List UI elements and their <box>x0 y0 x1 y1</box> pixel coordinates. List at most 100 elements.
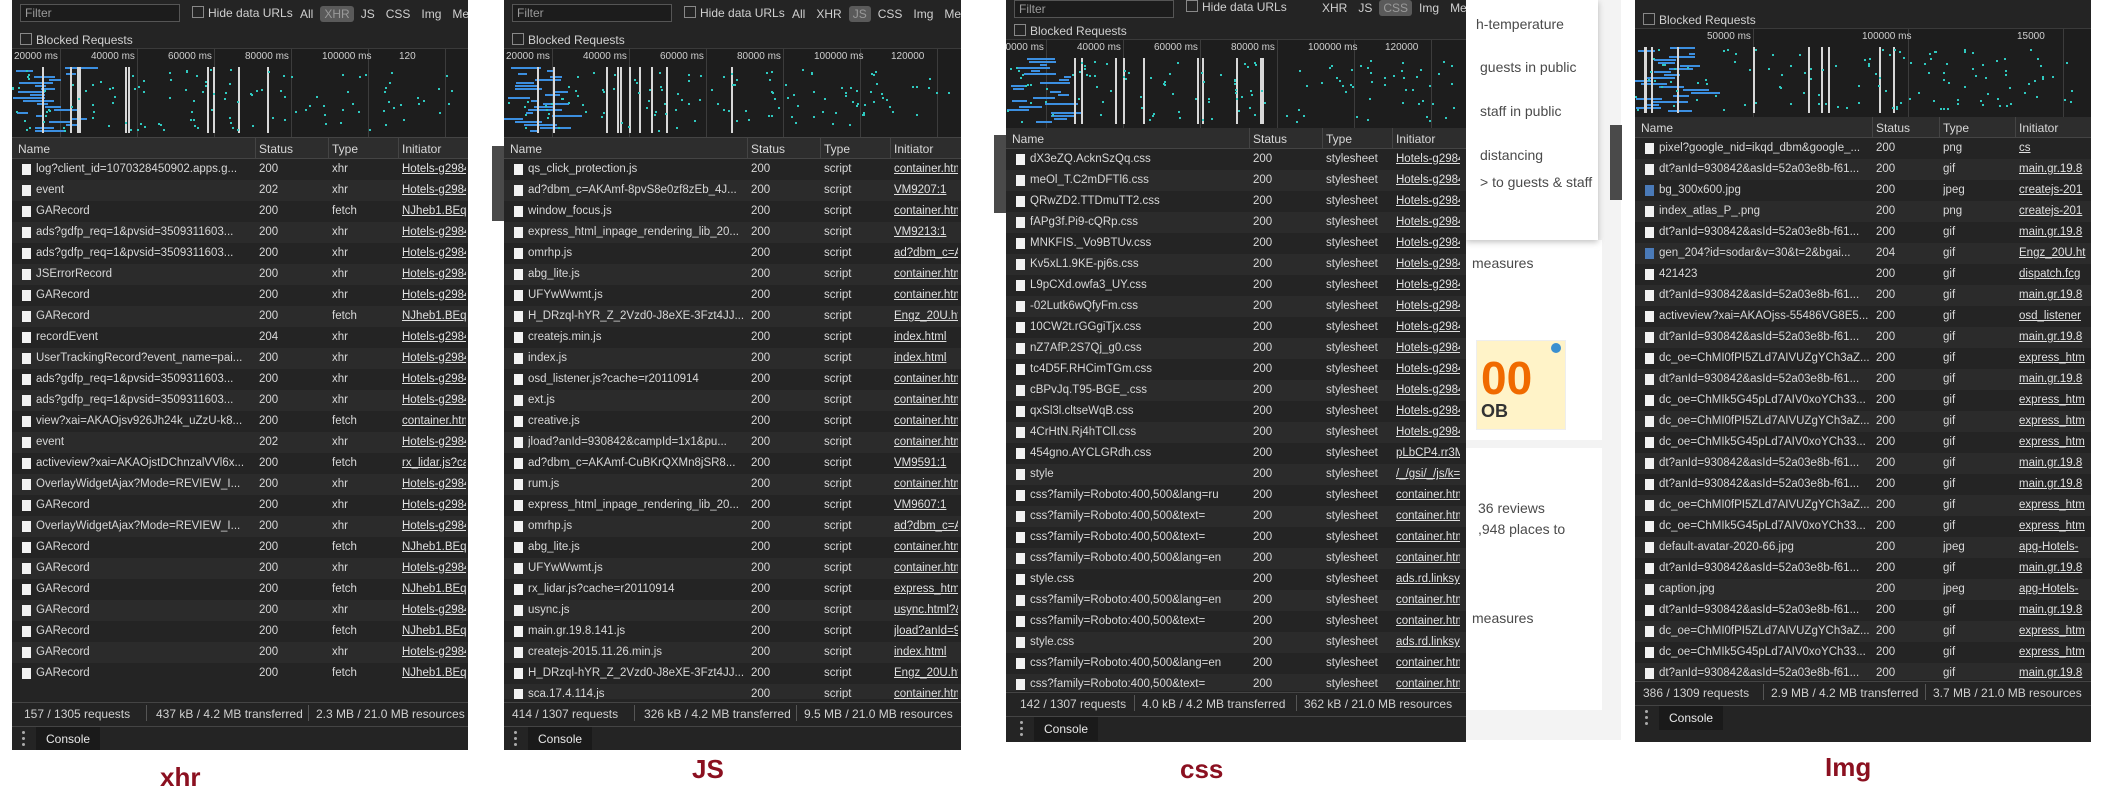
request-row[interactable]: view?xai=AKAOjsv926Jh24k_uZzU-k8... 200 fe… <box>12 411 468 432</box>
request-row[interactable]: css?family=Roboto:400,500&text= 200 styles… <box>1006 506 1466 527</box>
request-row[interactable]: 10CW2t.rGGgiTjx.css 200 stylesheet Hotels-g… <box>1006 317 1466 338</box>
request-row[interactable]: dc_oe=ChMIk5G45pLd7AIV0xoYCh33... 200 gif e… <box>1635 516 2091 537</box>
blocked-requests-checkbox[interactable]: Blocked Requests <box>1635 8 2091 29</box>
request-initiator[interactable]: Hotels-g2984 <box>402 600 466 621</box>
request-initiator[interactable]: Hotels-g2984 <box>402 327 466 348</box>
request-row[interactable]: OverlayWidgetAjax?Mode=REVIEW_I... 200 xhr… <box>12 474 468 495</box>
request-row[interactable]: dc_oe=ChMIk5G45pLd7AIV0xoYCh33... 200 gif e… <box>1635 432 2091 453</box>
request-initiator[interactable]: Hotels-g2984 <box>402 264 466 285</box>
col-name-header[interactable]: Name <box>1641 121 1673 135</box>
request-initiator[interactable]: Hotels-g2984 <box>1396 380 1460 401</box>
request-row[interactable]: css?family=Roboto:400,500&text= 200 styles… <box>1006 674 1466 691</box>
scrollbar-thumb[interactable] <box>994 135 1006 213</box>
request-row[interactable]: dt?anId=930842&asId=52a03e8b-f61... 200 gi… <box>1635 327 2091 348</box>
request-row[interactable]: 454gno.AYCLGRdh.css 200 stylesheet pLbCP4.r… <box>1006 443 1466 464</box>
request-row[interactable]: createjs.min.js 200 script index.html <box>504 327 961 348</box>
request-initiator[interactable]: container.htm <box>1396 674 1460 691</box>
col-status-header[interactable]: Status <box>1876 121 1910 135</box>
request-initiator[interactable]: container.htm <box>894 537 958 558</box>
request-initiator[interactable]: container.htm <box>1396 527 1460 548</box>
type-js[interactable]: JS <box>1354 0 1376 16</box>
request-row[interactable]: ad?dbm_c=AKAmf-8pvS8e0zf8zEb_4J... 200 scr… <box>504 180 961 201</box>
request-row[interactable]: L9pCXd.owfa3_UY.css 200 stylesheet Hotels-g… <box>1006 275 1466 296</box>
request-row[interactable]: dc_oe=ChMIk5G45pLd7AIV0xoYCh33... 200 gif e… <box>1635 642 2091 663</box>
advertisement-banner[interactable]: 00 OB <box>1476 340 1566 430</box>
request-initiator[interactable]: main.gr.19.8 <box>2019 663 2089 680</box>
request-initiator[interactable]: Engz_20U.ht <box>2019 243 2089 264</box>
request-row[interactable]: GARecord 200 xhr Hotels-g2984 <box>12 600 468 621</box>
request-initiator[interactable]: express_htm <box>2019 432 2089 453</box>
request-initiator[interactable]: express_htm <box>2019 516 2089 537</box>
type-media[interactable]: Medi <box>940 6 961 22</box>
request-initiator[interactable]: Hotels-g2984 <box>1396 149 1460 170</box>
scrollbar-thumb[interactable] <box>1610 125 1622 200</box>
request-initiator[interactable]: Hotels-g2984 <box>1396 422 1460 443</box>
network-overview-timeline[interactable]: 20000 ms 40000 ms 60000 ms 80000 ms 100000 m… <box>12 49 468 138</box>
request-row[interactable]: style 200 stylesheet /_/gsi/_/js/k= <box>1006 464 1466 485</box>
request-row[interactable]: -02Lutk6wQfyFm.css 200 stylesheet Hotels-g2… <box>1006 296 1466 317</box>
request-row[interactable]: qxSl3l.cltseWqB.css 200 stylesheet Hotels-g… <box>1006 401 1466 422</box>
request-row[interactable]: osd_listener.js?cache=r20110914 200 script… <box>504 369 961 390</box>
request-row[interactable]: MNKFIS._Vo9BTUv.css 200 stylesheet Hotels-g… <box>1006 233 1466 254</box>
request-row[interactable]: dt?anId=930842&asId=52a03e8b-f61... 200 gi… <box>1635 222 2091 243</box>
request-initiator[interactable]: container.htm <box>1396 590 1460 611</box>
request-initiator[interactable]: main.gr.19.8 <box>2019 453 2089 474</box>
request-initiator[interactable]: Hotels-g2984 <box>1396 401 1460 422</box>
col-initiator-header[interactable]: Initiator <box>1396 132 1435 146</box>
request-row[interactable]: dt?anId=930842&asId=52a03e8b-f61... 200 gi… <box>1635 663 2091 680</box>
request-initiator[interactable]: /_/gsi/_/js/k= <box>1396 464 1460 485</box>
request-row[interactable]: bg_300x600.jpg 200 jpeg createjs-201 <box>1635 180 2091 201</box>
request-initiator[interactable]: container.htm <box>894 285 958 306</box>
request-row[interactable]: ext.js 200 script container.htm <box>504 390 961 411</box>
request-row[interactable]: ads?gdfp_req=1&pvsid=3509311603... 200 xhr… <box>12 369 468 390</box>
filter-input[interactable]: Filter <box>512 4 672 22</box>
request-row[interactable]: ads?gdfp_req=1&pvsid=3509311603... 200 xhr… <box>12 222 468 243</box>
col-initiator-header[interactable]: Initiator <box>894 142 933 156</box>
request-row[interactable]: window_focus.js 200 script container.htm <box>504 201 961 222</box>
request-row[interactable]: UserTrackingRecord?event_name=pai... 200 x… <box>12 348 468 369</box>
request-initiator[interactable]: express_htm <box>2019 390 2089 411</box>
type-media[interactable]: Media <box>1446 0 1466 16</box>
console-tab[interactable]: Console <box>36 727 101 750</box>
col-type-header[interactable]: Type <box>332 142 358 156</box>
request-row[interactable]: OverlayWidgetAjax?Mode=REVIEW_I... 200 xhr… <box>12 516 468 537</box>
request-row[interactable]: abg_lite.js 200 script container.htm <box>504 264 961 285</box>
request-initiator[interactable]: Hotels-g2984 <box>402 222 466 243</box>
request-row[interactable]: GARecord 200 xhr Hotels-g2984 <box>12 558 468 579</box>
request-initiator[interactable]: Engz_20U.htm <box>894 306 958 327</box>
request-initiator[interactable]: Hotels-g2984 <box>402 516 466 537</box>
request-row[interactable]: recordEvent 204 xhr Hotels-g2984 <box>12 327 468 348</box>
request-initiator[interactable]: container.htm <box>894 684 958 699</box>
request-initiator[interactable]: container.htm <box>894 369 958 390</box>
request-initiator[interactable]: NJheb1.BEqq <box>402 306 466 327</box>
request-row[interactable]: log?client_id=1070328450902.apps.g... 200… <box>12 159 468 180</box>
request-initiator[interactable]: Hotels-g2984 <box>1396 170 1460 191</box>
request-row[interactable]: JSErrorRecord 200 xhr Hotels-g2984 <box>12 264 468 285</box>
request-row[interactable]: style.css 200 stylesheet ads.rd.linksyn <box>1006 569 1466 590</box>
request-row[interactable]: QRwZD2.TTDmuTT2.css 200 stylesheet Hotels-g… <box>1006 191 1466 212</box>
request-initiator[interactable]: express_htm <box>2019 411 2089 432</box>
request-initiator[interactable]: container.htm <box>894 159 958 180</box>
request-row[interactable]: css?family=Roboto:400,500&text= 200 styles… <box>1006 527 1466 548</box>
request-initiator[interactable]: container.htm <box>1396 653 1460 674</box>
request-row[interactable]: dc_oe=ChMI0fPI5ZLd7AIVUZgYCh3aZ... 200 gif… <box>1635 621 2091 642</box>
blocked-requests-checkbox[interactable]: Blocked Requests <box>12 28 468 49</box>
request-row[interactable]: index.js 200 script index.html <box>504 348 961 369</box>
request-initiator[interactable]: index.html <box>894 348 958 369</box>
request-initiator[interactable]: jload?anId=9 <box>894 621 958 642</box>
request-row[interactable]: GARecord 200 fetch NJheb1.BEqq <box>12 663 468 684</box>
request-initiator[interactable]: Hotels-g2984 <box>1396 296 1460 317</box>
type-img[interactable]: Img <box>417 6 445 22</box>
request-initiator[interactable]: osd_listener <box>2019 306 2089 327</box>
request-row[interactable]: dt?anId=930842&asId=52a03e8b-f61... 200 gi… <box>1635 285 2091 306</box>
request-initiator[interactable]: pLbCP4.rr3Mc <box>1396 443 1460 464</box>
request-initiator[interactable]: Engz_20U.htm <box>894 663 958 684</box>
drawer-menu-icon[interactable] <box>1645 710 1648 728</box>
type-all[interactable]: All <box>296 6 317 22</box>
request-row[interactable]: dt?anId=930842&asId=52a03e8b-f61... 200 gi… <box>1635 474 2091 495</box>
request-row[interactable]: sca.17.4.114.js 200 script container.htm <box>504 684 961 699</box>
request-row[interactable]: creative.js 200 script container.htm <box>504 411 961 432</box>
request-initiator[interactable]: Hotels-g2984 <box>1396 212 1460 233</box>
request-initiator[interactable]: ads.rd.linksyn <box>1396 569 1460 590</box>
request-initiator[interactable]: Hotels-g2984 <box>402 285 466 306</box>
